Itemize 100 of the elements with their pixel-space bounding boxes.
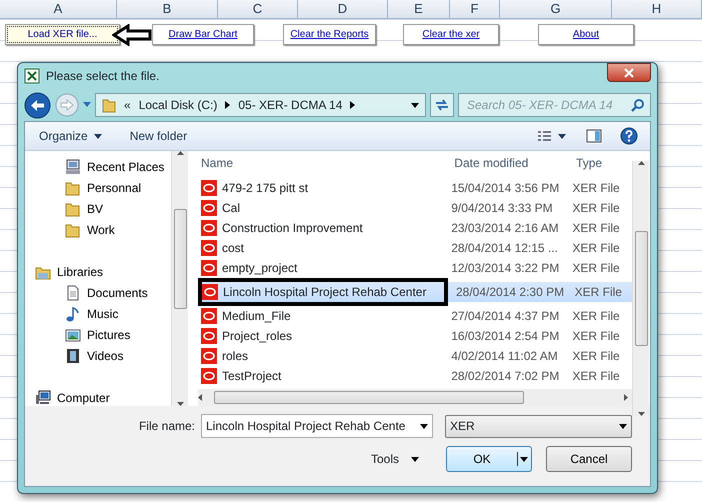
file-type: XER File <box>572 220 621 237</box>
nav-item[interactable]: Work <box>25 219 115 240</box>
file-name: Construction Improvement <box>222 220 363 237</box>
file-icon <box>201 308 217 324</box>
file-row[interactable]: 479-2 175 pitt st 15/04/2014 3:56 PM XER File <box>198 178 632 198</box>
folder-icon <box>65 222 81 238</box>
dropdown-arrow-icon <box>619 424 627 428</box>
column-header[interactable]: Date modified <box>451 154 574 172</box>
file-icon <box>201 220 217 236</box>
column-header[interactable]: Type <box>573 154 632 172</box>
file-row[interactable]: Construction Improvement 23/03/2014 2:16 AM XER File <box>198 218 632 238</box>
file-type: XER File <box>572 348 621 365</box>
file-date: 27/04/2014 4:37 PM <box>451 308 560 325</box>
refresh-button[interactable] <box>430 93 454 117</box>
tools-button[interactable]: Tools <box>370 449 420 469</box>
picture-icon <box>65 326 81 342</box>
nav-item[interactable]: Personnal <box>25 177 142 198</box>
sheet-button[interactable]: Clear the xer <box>403 24 499 45</box>
sheet-button[interactable]: Draw Bar Chart <box>152 24 254 45</box>
file-name: cost <box>222 240 244 257</box>
file-name: empty_project <box>222 260 298 277</box>
column-header: H <box>612 0 702 18</box>
sheet-button[interactable]: About <box>538 24 634 45</box>
file-row[interactable]: roles 4/02/2014 11:02 AM XER File <box>198 346 632 366</box>
file-date: 4/02/2014 11:02 AM <box>451 348 559 365</box>
file-type: XER File <box>572 328 621 345</box>
file-name: TestProject <box>222 368 282 385</box>
file-type-dropdown[interactable]: XER <box>445 414 632 438</box>
column-header: D <box>298 0 388 18</box>
caret-icon <box>411 456 419 462</box>
dropdown-arrow-icon <box>83 102 91 108</box>
file-date: 9/04/2014 3:33 PM <box>451 200 554 217</box>
file-date: 23/03/2014 2:16 AM <box>451 220 560 237</box>
arrow-drawing <box>112 24 152 46</box>
file-row[interactable]: empty_project 12/03/2014 3:22 PM XER File <box>198 258 632 278</box>
list-view-icon <box>537 130 552 142</box>
ok-button[interactable]: OK <box>446 446 532 472</box>
nav-item[interactable]: Documents <box>25 282 148 303</box>
nav-item[interactable]: Recent Places <box>25 156 164 177</box>
file-date: 16/03/2014 2:54 PM <box>451 328 560 345</box>
file-type: XER File <box>574 284 623 301</box>
field-label: File name: <box>138 418 195 435</box>
vertical-scrollbar[interactable] <box>632 161 649 416</box>
search-field[interactable]: Search 05- XER- DCMA 14 <box>465 94 631 116</box>
help-icon[interactable] <box>620 127 638 145</box>
breadcrumb-item[interactable]: « <box>124 96 131 114</box>
file-date: 28/04/2014 12:15 ... <box>451 240 559 257</box>
file-row[interactable]: cost 28/04/2014 12:15 ... XER File <box>198 238 632 258</box>
file-date: 28/04/2014 2:30 PM <box>456 284 566 301</box>
nav-item[interactable]: Videos <box>25 345 124 366</box>
column-header[interactable]: Name <box>198 154 452 172</box>
nav-item[interactable]: Pictures <box>25 324 130 345</box>
column-header: A <box>0 0 117 18</box>
close-icon <box>624 68 634 78</box>
folder-icon <box>65 200 81 216</box>
dropdown-arrow-icon <box>420 424 428 428</box>
file-icon <box>201 260 217 276</box>
breadcrumb-item[interactable]: Local Disk (C:) <box>138 96 218 114</box>
toolbar-button[interactable]: Organize <box>37 127 104 145</box>
sheet-button[interactable]: Clear the Reports <box>283 24 376 45</box>
scroll-right-icon <box>624 394 628 401</box>
file-row[interactable]: TestProject 28/02/2014 7:02 PM XER File <box>198 366 632 386</box>
file-row[interactable]: Lincoln Hospital Project Rehab Center 28/04/2014 2:30 PM XER File <box>198 278 632 306</box>
file-type: XER File <box>572 368 621 385</box>
file-name: roles <box>222 348 248 365</box>
chevron-icon <box>350 101 356 109</box>
sheet-button[interactable]: Load XER file... <box>5 24 120 45</box>
column-header: G <box>500 0 612 18</box>
file-row[interactable]: Project_roles 16/03/2014 2:54 PM XER File <box>198 326 632 346</box>
chevron-icon <box>225 101 230 109</box>
cancel-button[interactable]: Cancel <box>546 446 632 472</box>
nav-item[interactable]: Libraries <box>25 261 104 282</box>
breadcrumb-item[interactable]: 05- XER- DCMA 14 <box>238 96 342 114</box>
back-icon[interactable] <box>24 92 51 118</box>
folder-icon <box>65 180 81 196</box>
address-bar[interactable]: « Local Disk (C:) 05- XER- DCMA 14 <box>95 93 426 117</box>
file-type: XER File <box>572 260 621 277</box>
file-row[interactable]: Medium_File 27/04/2014 4:37 PM XER File <box>198 306 632 326</box>
preview-pane-icon[interactable] <box>586 129 602 143</box>
nav-item[interactable]: Music <box>25 303 118 324</box>
file-type: XER File <box>572 200 621 217</box>
file-type: XER File <box>572 180 621 197</box>
column-header: E <box>388 0 450 18</box>
film-icon <box>65 348 81 364</box>
recent-places-icon <box>65 158 81 174</box>
horizontal-scrollbar[interactable] <box>198 389 632 406</box>
close-button[interactable] <box>607 63 651 82</box>
search-box[interactable]: Search 05- XER- DCMA 14 <box>458 93 651 117</box>
window-title: Please select the file. <box>46 68 160 85</box>
file-name: Project_roles <box>222 328 292 345</box>
document-icon <box>65 284 81 300</box>
toolbar-button[interactable]: New folder <box>128 127 190 145</box>
file-row[interactable]: Cal 9/04/2014 3:33 PM XER File <box>198 198 632 218</box>
view-button[interactable] <box>535 130 568 142</box>
nav-item[interactable]: BV <box>25 198 104 219</box>
excel-icon <box>24 68 40 84</box>
file-name-field[interactable]: Lincoln Hospital Project Rehab Cente <box>201 414 433 438</box>
file-type: XER File <box>572 308 621 325</box>
vertical-scrollbar[interactable] <box>171 151 188 406</box>
file-type: XER File <box>572 240 621 257</box>
